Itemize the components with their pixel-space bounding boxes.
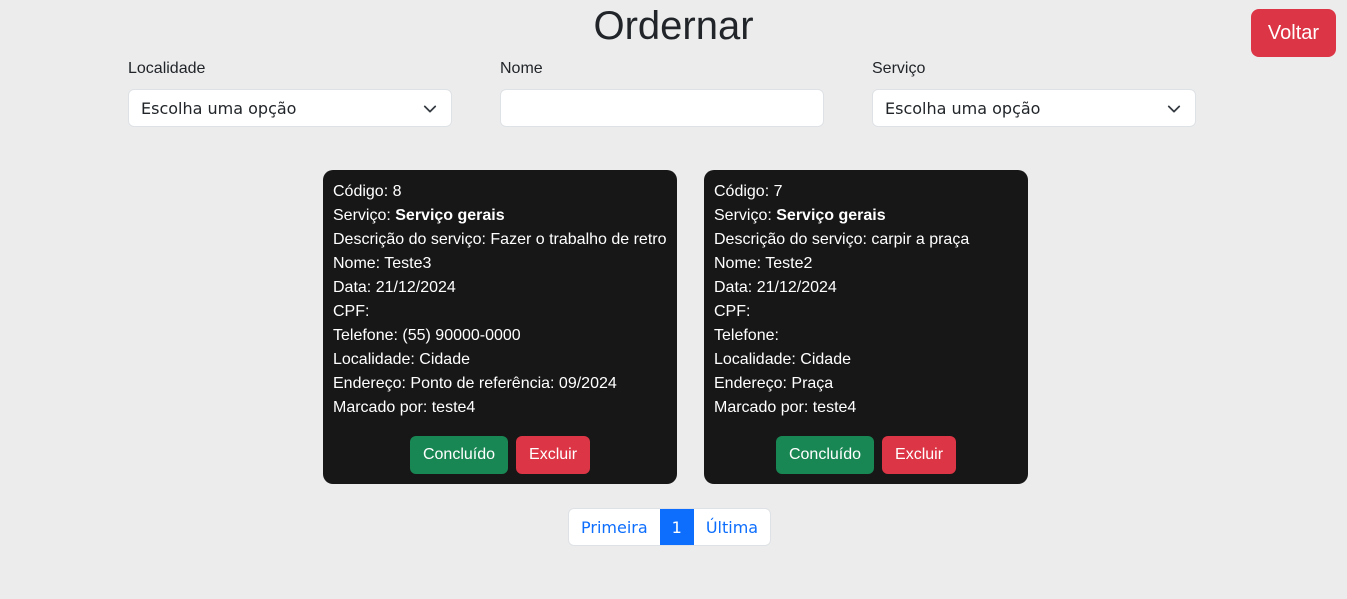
data-value: 21/12/2024 bbox=[375, 279, 456, 296]
cpf-label: CPF: bbox=[333, 303, 370, 320]
card-actions: Concluído Excluir bbox=[323, 436, 677, 474]
localidade-card-label: Localidade: bbox=[714, 351, 796, 368]
endereco-line: Endereço: Ponto de referência: 09/2024 bbox=[333, 372, 667, 396]
endereco-label: Endereço: bbox=[333, 375, 406, 392]
nome-label: Nome: bbox=[714, 255, 762, 272]
telefone-label: Telefone: bbox=[714, 327, 779, 344]
pagination-last[interactable]: Última bbox=[694, 509, 770, 545]
concluido-button[interactable]: Concluído bbox=[775, 436, 875, 474]
marcado-line: Marcado por: teste4 bbox=[333, 396, 667, 420]
back-button[interactable]: Voltar bbox=[1251, 9, 1336, 57]
codigo-label: Código: bbox=[333, 183, 389, 200]
data-line: Data: 21/12/2024 bbox=[333, 276, 667, 300]
servico-value: Serviço gerais bbox=[395, 207, 505, 224]
marcado-label: Marcado por: bbox=[714, 399, 809, 416]
codigo-value: 7 bbox=[773, 183, 783, 200]
data-label: Data: bbox=[714, 279, 753, 296]
endereco-value: Ponto de referência: 09/2024 bbox=[410, 375, 617, 392]
pagination-first[interactable]: Primeira bbox=[569, 509, 660, 545]
descricao-line: Descrição do serviço: carpir a praça bbox=[714, 228, 1018, 252]
servico-label: Serviço: bbox=[333, 207, 391, 224]
marcado-value: teste4 bbox=[812, 399, 857, 416]
page-title: Ordernar bbox=[593, 4, 754, 48]
descricao-label: Descrição do serviço: bbox=[333, 231, 486, 248]
codigo-value: 8 bbox=[392, 183, 402, 200]
nome-value: Teste2 bbox=[765, 255, 813, 272]
marcado-line: Marcado por: teste4 bbox=[714, 396, 1018, 420]
excluir-button[interactable]: Excluir bbox=[516, 436, 591, 474]
servico-label: Serviço bbox=[872, 60, 926, 77]
nome-line: Nome: Teste2 bbox=[714, 252, 1018, 276]
descricao-label: Descrição do serviço: bbox=[714, 231, 867, 248]
localidade-line: Localidade: Cidade bbox=[714, 348, 1018, 372]
data-label: Data: bbox=[333, 279, 372, 296]
servico-select[interactable]: Escolha uma opção bbox=[872, 89, 1196, 127]
descricao-line: Descrição do serviço: Fazer o trabalho d… bbox=[333, 228, 667, 252]
localidade-value: Cidade bbox=[419, 351, 470, 368]
card-actions: Concluído Excluir bbox=[704, 436, 1028, 474]
chevron-down-icon bbox=[423, 105, 437, 113]
pagination: Primeira 1 Última bbox=[568, 508, 772, 546]
telefone-line: Telefone: bbox=[714, 324, 1018, 348]
telefone-line: Telefone: (55) 90000-0000 bbox=[333, 324, 667, 348]
data-value: 21/12/2024 bbox=[756, 279, 837, 296]
telefone-label: Telefone: bbox=[333, 327, 398, 344]
descricao-value: Fazer o trabalho de retro bbox=[490, 231, 667, 248]
servico-line: Serviço: Serviço gerais bbox=[714, 204, 1018, 228]
codigo-label: Código: bbox=[714, 183, 770, 200]
servico-label: Serviço: bbox=[714, 207, 772, 224]
localidade-value: Cidade bbox=[800, 351, 851, 368]
marcado-label: Marcado por: bbox=[333, 399, 428, 416]
pagination-current-page[interactable]: 1 bbox=[659, 509, 694, 545]
localidade-label: Localidade bbox=[128, 60, 206, 77]
concluido-button[interactable]: Concluído bbox=[409, 436, 509, 474]
service-card: Código: 7 Serviço: Serviço gerais Descri… bbox=[704, 170, 1028, 484]
localidade-select-value: Escolha uma opção bbox=[141, 98, 297, 118]
servico-line: Serviço: Serviço gerais bbox=[333, 204, 667, 228]
descricao-value: carpir a praça bbox=[871, 231, 970, 248]
localidade-line: Localidade: Cidade bbox=[333, 348, 667, 372]
cpf-label: CPF: bbox=[714, 303, 751, 320]
codigo-line: Código: 7 bbox=[714, 180, 1018, 204]
nome-value: Teste3 bbox=[384, 255, 432, 272]
excluir-button[interactable]: Excluir bbox=[882, 436, 957, 474]
marcado-value: teste4 bbox=[431, 399, 476, 416]
cpf-line: CPF: bbox=[333, 300, 667, 324]
nome-label: Nome: bbox=[333, 255, 381, 272]
localidade-card-label: Localidade: bbox=[333, 351, 415, 368]
servico-select-value: Escolha uma opção bbox=[885, 98, 1041, 118]
telefone-value: (55) 90000-0000 bbox=[402, 327, 521, 344]
codigo-line: Código: 8 bbox=[333, 180, 667, 204]
nome-line: Nome: Teste3 bbox=[333, 252, 667, 276]
localidade-select[interactable]: Escolha uma opção bbox=[128, 89, 452, 127]
nome-label: Nome bbox=[500, 60, 543, 77]
data-line: Data: 21/12/2024 bbox=[714, 276, 1018, 300]
service-card: Código: 8 Serviço: Serviço gerais Descri… bbox=[323, 170, 677, 484]
servico-value: Serviço gerais bbox=[776, 207, 886, 224]
endereco-label: Endereço: bbox=[714, 375, 787, 392]
endereco-value: Praça bbox=[791, 375, 834, 392]
nome-input[interactable] bbox=[500, 89, 824, 127]
cpf-line: CPF: bbox=[714, 300, 1018, 324]
endereco-line: Endereço: Praça bbox=[714, 372, 1018, 396]
chevron-down-icon bbox=[1167, 105, 1181, 113]
